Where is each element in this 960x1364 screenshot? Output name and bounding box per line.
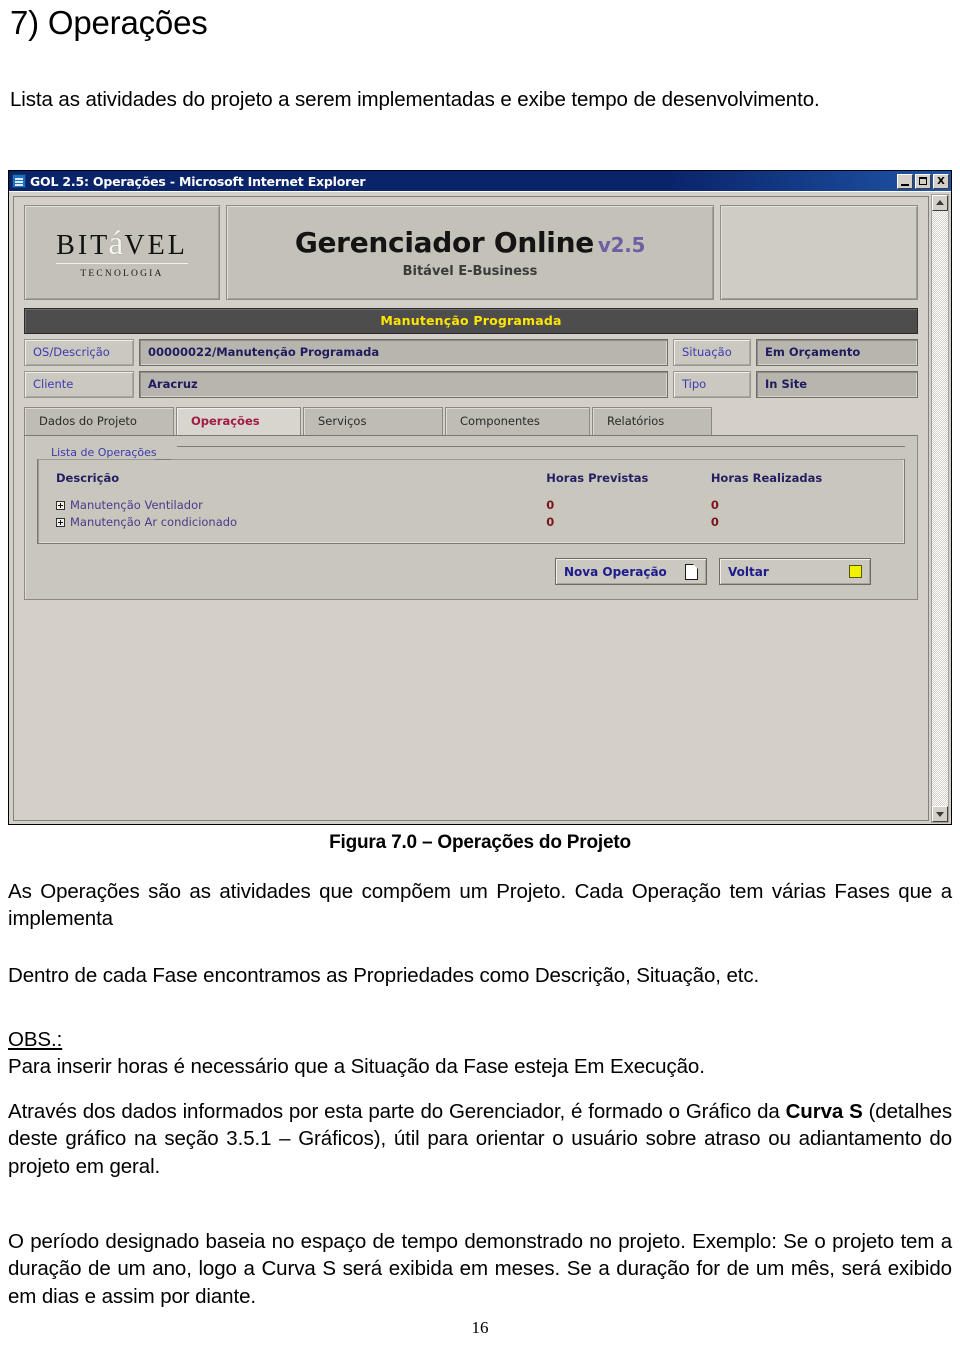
field-row-os: OS/Descrição 00000022/Manutenção Program… bbox=[24, 339, 918, 366]
plus-box-icon[interactable] bbox=[56, 501, 65, 510]
window-title: GOL 2.5: Operações - Microsoft Internet … bbox=[30, 173, 366, 189]
tab-relatorios[interactable]: Relatórios bbox=[592, 407, 712, 435]
column-header-descricao: Descrição bbox=[56, 471, 120, 485]
table-row[interactable]: Manutenção Ar condicionado 0 0 bbox=[38, 514, 904, 531]
maximize-button[interactable] bbox=[915, 173, 931, 189]
minimize-button[interactable] bbox=[897, 173, 913, 189]
yellow-square-icon bbox=[849, 565, 862, 578]
browser-titlebar: GOL 2.5: Operações - Microsoft Internet … bbox=[9, 171, 951, 191]
figure-caption: Figura 7.0 – Operações do Projeto bbox=[329, 832, 631, 853]
logo-word-after: VEL bbox=[124, 229, 188, 261]
body-paragraph-4: O período designado baseia no espaço de … bbox=[8, 1228, 952, 1310]
paragraph-3-text: Através dos dados informados por esta pa… bbox=[8, 1098, 952, 1180]
label-os-descricao: OS/Descrição bbox=[24, 339, 134, 366]
document-page-icon bbox=[685, 563, 698, 580]
nova-operacao-button[interactable]: Nova Operação bbox=[555, 558, 707, 585]
label-cliente: Cliente bbox=[24, 371, 134, 398]
body-paragraph-1: As Operações são as atividades que compõ… bbox=[8, 878, 952, 933]
browser-viewport: BITáVEL TECNOLOGIA Gerenciador Online v2.… bbox=[9, 191, 951, 824]
scroll-down-icon[interactable] bbox=[932, 806, 948, 822]
row-horas-realizadas: 0 bbox=[710, 515, 719, 529]
operations-table: Descrição Horas Previstas Horas Realizad… bbox=[38, 469, 904, 531]
close-button[interactable]: X bbox=[933, 173, 949, 189]
voltar-button[interactable]: Voltar bbox=[719, 558, 871, 585]
label-situacao: Situação bbox=[673, 339, 751, 366]
table-header-row: Descrição Horas Previstas Horas Realizad… bbox=[38, 469, 904, 497]
window-controls: X bbox=[897, 173, 949, 189]
banner-title: Gerenciador Online bbox=[294, 226, 594, 259]
operations-list-box: Descrição Horas Previstas Horas Realizad… bbox=[37, 459, 905, 544]
legend-line-decoration bbox=[176, 446, 905, 460]
tab-bar: Dados do Projeto Operações Serviços Comp… bbox=[24, 407, 918, 436]
logo-wordmark: BITáVEL bbox=[56, 226, 188, 264]
internet-explorer-icon bbox=[12, 174, 26, 188]
value-situacao: Em Orçamento bbox=[756, 339, 918, 366]
list-legend: Lista de Operações bbox=[37, 442, 905, 460]
value-tipo: In Site bbox=[756, 371, 918, 398]
tab-componentes[interactable]: Componentes bbox=[445, 407, 590, 435]
obs-text: Para inserir horas é necessário que a Si… bbox=[8, 1055, 705, 1079]
body-paragraph-2: Dentro de cada Fase encontramos as Propr… bbox=[8, 962, 952, 989]
app-header: BITáVEL TECNOLOGIA Gerenciador Online v2.… bbox=[14, 197, 928, 300]
plus-box-icon[interactable] bbox=[56, 518, 65, 527]
obs-label: OBS.: bbox=[8, 1028, 63, 1051]
observation-block: OBS.: Para inserir horas é necessário qu… bbox=[8, 1026, 952, 1081]
browser-window: GOL 2.5: Operações - Microsoft Internet … bbox=[8, 170, 952, 825]
body-paragraph-3: Através dos dados informados por esta pa… bbox=[8, 1098, 952, 1180]
page-title: 7) Operações bbox=[10, 4, 208, 41]
voltar-label: Voltar bbox=[728, 564, 769, 579]
intro-paragraph: Lista as atividades do projeto a serem i… bbox=[10, 87, 820, 111]
logo-subtitle: TECNOLOGIA bbox=[80, 268, 164, 279]
row-horas-realizadas: 0 bbox=[710, 498, 719, 512]
field-row-cliente: Cliente Aracruz Tipo In Site bbox=[24, 371, 918, 398]
banner-version: v2.5 bbox=[597, 233, 646, 257]
app-banner: Gerenciador Online v2.5 Bitável E-Busines… bbox=[226, 205, 714, 300]
action-buttons: Nova Operação Voltar bbox=[37, 558, 905, 585]
paragraph-1-text: As Operações são as atividades que compõ… bbox=[8, 880, 952, 931]
row-horas-previstas: 0 bbox=[546, 498, 555, 512]
logo-word-before: BIT bbox=[56, 229, 111, 261]
column-header-horas-previstas: Horas Previstas bbox=[546, 471, 649, 485]
row-descricao-cell: Manutenção Ventilador bbox=[38, 497, 540, 514]
value-os-descricao: 00000022/Manutenção Programada bbox=[139, 339, 668, 366]
operations-panel: Lista de Operações Descrição Horas Previ… bbox=[24, 436, 918, 600]
bitavel-logo: BITáVEL TECNOLOGIA bbox=[24, 205, 220, 300]
table-row[interactable]: Manutenção Ventilador 0 0 bbox=[38, 497, 904, 514]
row-descricao-text: Manutenção Ar condicionado bbox=[70, 515, 238, 529]
row-horas-previstas: 0 bbox=[546, 515, 555, 529]
row-descricao-cell: Manutenção Ar condicionado bbox=[38, 514, 540, 531]
curva-s-emphasis: Curva S bbox=[785, 1100, 863, 1123]
tab-operacoes[interactable]: Operações bbox=[176, 407, 301, 435]
page-number: 16 bbox=[471, 1318, 489, 1337]
column-header-horas-realizadas: Horas Realizadas bbox=[710, 471, 823, 485]
record-title-bar: Manutenção Programada bbox=[24, 308, 918, 334]
tab-servicos[interactable]: Serviços bbox=[303, 407, 443, 435]
record-form: Manutenção Programada OS/Descrição 00000… bbox=[14, 300, 928, 600]
paragraph-3-part1: Através dos dados informados por esta pa… bbox=[8, 1100, 786, 1123]
value-cliente: Aracruz bbox=[139, 371, 668, 398]
paragraph-2-text: Dentro de cada Fase encontramos as Propr… bbox=[8, 964, 760, 987]
web-page-content: BITáVEL TECNOLOGIA Gerenciador Online v2.… bbox=[13, 196, 929, 821]
row-descricao-text: Manutenção Ventilador bbox=[70, 498, 203, 512]
nova-operacao-label: Nova Operação bbox=[564, 564, 667, 579]
tab-dados-do-projeto[interactable]: Dados do Projeto bbox=[24, 407, 174, 435]
banner-subtitle: Bitável E-Business bbox=[402, 264, 538, 279]
scroll-up-icon[interactable] bbox=[932, 195, 948, 211]
document-page: 7) Operações Lista as atividades do proj… bbox=[0, 0, 960, 1364]
banner-title-line: Gerenciador Online v2.5 bbox=[294, 226, 646, 259]
header-spacer-panel bbox=[720, 205, 918, 300]
vertical-scrollbar[interactable] bbox=[931, 194, 949, 823]
paragraph-4-text: O período designado baseia no espaço de … bbox=[8, 1230, 952, 1308]
label-tipo: Tipo bbox=[673, 371, 751, 398]
list-legend-label: Lista de Operações bbox=[51, 446, 157, 459]
